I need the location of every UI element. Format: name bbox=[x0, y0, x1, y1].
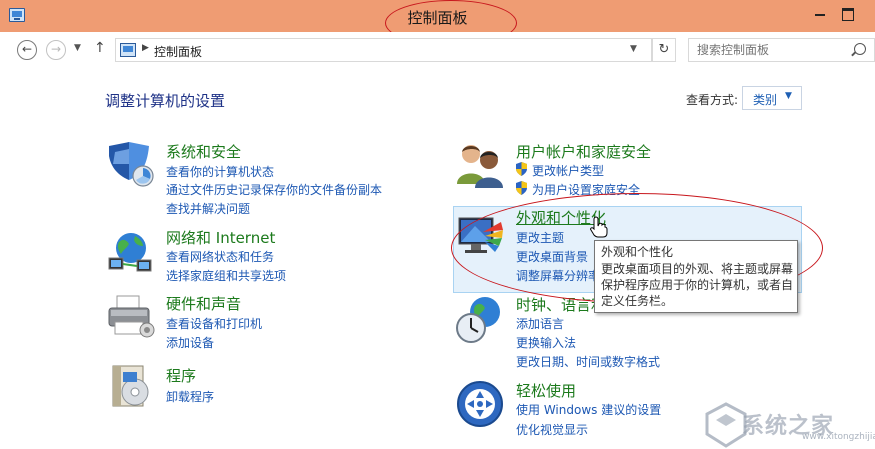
clock-globe-icon bbox=[455, 294, 507, 346]
link-change-input-method[interactable]: 更换输入法 bbox=[516, 334, 576, 351]
link-change-account-type[interactable]: 更改帐户类型 bbox=[532, 162, 604, 179]
breadcrumb-chevron-icon[interactable]: ▶ bbox=[142, 43, 149, 53]
link-file-history-backup[interactable]: 通过文件历史记录保存你的文件备份副本 bbox=[166, 181, 382, 198]
forward-button[interactable]: → bbox=[46, 40, 66, 60]
breadcrumb[interactable]: 控制面板 bbox=[154, 43, 202, 60]
link-uninstall-program[interactable]: 卸载程序 bbox=[166, 388, 214, 405]
programs-icon bbox=[107, 362, 157, 412]
ease-of-access-icon bbox=[456, 380, 504, 428]
network-globe-icon bbox=[105, 226, 157, 278]
category-title-user-accounts[interactable]: 用户帐户和家庭安全 bbox=[516, 141, 651, 162]
link-troubleshoot[interactable]: 查找并解决问题 bbox=[166, 200, 250, 217]
shield-icon bbox=[105, 140, 157, 190]
view-by-select[interactable]: 类别 ▼ bbox=[742, 86, 802, 110]
back-button[interactable]: ← bbox=[17, 40, 37, 60]
minimize-button[interactable] bbox=[809, 4, 831, 22]
watermark-url: www.xitongzhijia.net bbox=[802, 432, 875, 442]
tooltip-line: 定义任务栏。 bbox=[601, 294, 674, 308]
appearance-tooltip: 外观和个性化 更改桌面项目的外观、将主题或屏幕 保护程序应用于你的计算机，或者自… bbox=[594, 240, 798, 313]
uac-shield-icon bbox=[515, 162, 528, 176]
users-icon bbox=[455, 140, 507, 190]
link-network-status[interactable]: 查看网络状态和任务 bbox=[166, 248, 274, 265]
view-by-value: 类别 bbox=[753, 93, 778, 107]
up-button[interactable]: ↑ bbox=[94, 40, 106, 56]
link-add-language[interactable]: 添加语言 bbox=[516, 315, 564, 332]
hand-cursor-icon bbox=[590, 216, 608, 238]
control-panel-icon bbox=[120, 43, 136, 57]
link-view-computer-status[interactable]: 查看你的计算机状态 bbox=[166, 163, 274, 180]
address-bar[interactable]: ▶ 控制面板 ▼ bbox=[115, 38, 652, 62]
navigation-bar: ← → ▼ ↑ ▶ 控制面板 ▼ ↻ bbox=[0, 32, 875, 66]
uac-shield-icon bbox=[515, 181, 528, 195]
recent-locations-dropdown[interactable]: ▼ bbox=[74, 43, 81, 53]
refresh-button[interactable]: ↻ bbox=[652, 38, 676, 62]
search-icon[interactable] bbox=[854, 43, 866, 55]
category-title-ease-of-access[interactable]: 轻松使用 bbox=[516, 380, 576, 401]
printer-icon bbox=[105, 292, 157, 342]
link-change-date-time-format[interactable]: 更改日期、时间或数字格式 bbox=[516, 353, 660, 370]
chevron-down-icon: ▼ bbox=[785, 91, 792, 101]
link-homegroup-sharing[interactable]: 选择家庭组和共享选项 bbox=[166, 267, 286, 284]
category-title-network-internet[interactable]: 网络和 Internet bbox=[166, 227, 275, 248]
link-add-device[interactable]: 添加设备 bbox=[166, 334, 214, 351]
link-recommended-settings[interactable]: 使用 Windows 建议的设置 bbox=[516, 401, 661, 418]
category-title-programs[interactable]: 程序 bbox=[166, 365, 196, 386]
tooltip-line: 保护程序应用于你的计算机，或者自 bbox=[601, 278, 794, 292]
view-by-label: 查看方式: bbox=[686, 93, 739, 107]
address-dropdown[interactable]: ▼ bbox=[630, 44, 637, 54]
page-title: 调整计算机的设置 bbox=[105, 92, 226, 110]
link-optimize-visual-display[interactable]: 优化视觉显示 bbox=[516, 421, 588, 438]
maximize-button[interactable] bbox=[836, 4, 858, 22]
category-title-system-security[interactable]: 系统和安全 bbox=[166, 141, 241, 162]
search-box[interactable] bbox=[688, 38, 875, 62]
tooltip-line: 更改桌面项目的外观、将主题或屏幕 bbox=[601, 262, 794, 276]
search-input[interactable] bbox=[697, 42, 847, 58]
link-devices-printers[interactable]: 查看设备和打印机 bbox=[166, 315, 262, 332]
category-title-hardware-sound[interactable]: 硬件和声音 bbox=[166, 293, 241, 314]
tooltip-title: 外观和个性化 bbox=[601, 245, 674, 259]
